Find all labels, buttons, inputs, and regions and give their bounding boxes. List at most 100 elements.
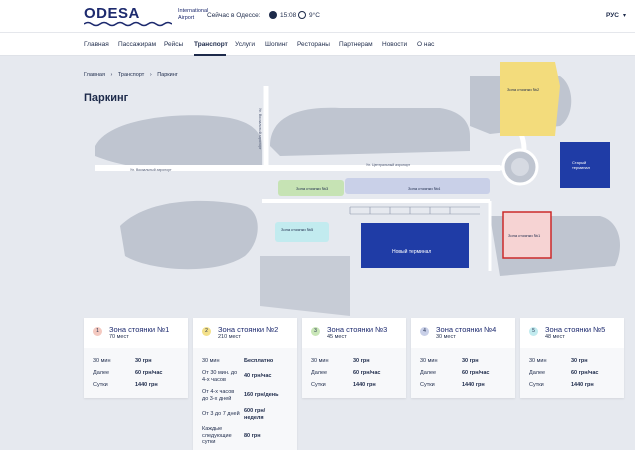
- breadcrumb: Главная › Транспорт › Паркинг: [84, 72, 182, 78]
- zone-badge: 5: [529, 327, 538, 336]
- logo-wave-icon: [84, 21, 172, 27]
- nav-about[interactable]: О нас: [417, 41, 434, 48]
- zone-card-header: 4 Зона стоянки №4 30 мест: [411, 318, 515, 344]
- map-label-new-terminal: Новый терминал: [392, 249, 432, 255]
- zone-cards: 1 Зона стоянки №1 70 мест 30 мин 30 грн …: [84, 318, 629, 450]
- map-area-bottom: [260, 256, 350, 316]
- price-period: Сутки: [93, 382, 108, 388]
- zone-card-header: 2 Зона стоянки №2 210 мест: [193, 318, 297, 344]
- price-value: 60 грн/час: [353, 370, 381, 376]
- price-value: 40 грн/час: [244, 373, 272, 379]
- nav-passengers[interactable]: Пассажирам: [118, 41, 156, 48]
- price-value: 1440 грн: [462, 382, 485, 388]
- nav-home[interactable]: Главная: [84, 41, 109, 48]
- zone-card-prices: 30 мин Бесплатно От 30 мин. до 4-х часов…: [193, 348, 297, 450]
- zone-badge: 4: [420, 327, 429, 336]
- breadcrumb-separator: ›: [149, 72, 152, 78]
- price-period: Каждые следующие сутки: [202, 426, 232, 445]
- zone-capacity: 48 мест: [545, 334, 565, 340]
- zone-card-prices: 30 мин 30 грн Далее 60 грн/час Сутки 144…: [302, 348, 406, 398]
- map-road-label-c: Ул. Центральный аэропорт: [366, 163, 411, 167]
- price-period: От 3 до 7 дней: [202, 411, 240, 417]
- price-period: От 30 мин. до 4-х часов: [202, 370, 238, 383]
- price-value: 30 грн: [571, 358, 588, 364]
- zone-name: Зона стоянки №5: [545, 325, 606, 334]
- breadcrumb-separator: ›: [110, 72, 113, 78]
- map-area-lower-left: [120, 200, 258, 270]
- zone-name: Зона стоянки №4: [436, 325, 497, 334]
- page-title: Паркинг: [84, 92, 129, 104]
- map-new-terminal: [361, 223, 469, 268]
- zone-card-header: 1 Зона стоянки №1 70 мест: [84, 318, 188, 344]
- zone-capacity: 70 мест: [109, 334, 129, 340]
- map-parking-stalls: [349, 206, 480, 215]
- price-period: 30 мин: [93, 358, 111, 364]
- price-value: 30 грн: [135, 358, 152, 364]
- zone-name: Зона стоянки №3: [327, 325, 388, 334]
- map-label-zone4: Зона стоянки №4: [408, 186, 441, 191]
- zone-card-prices: 30 мин 30 грн Далее 60 грн/час Сутки 144…: [411, 348, 515, 398]
- local-time-label: Сейчас в Одессе:: [207, 12, 261, 19]
- nav-restaurants[interactable]: Рестораны: [297, 41, 330, 48]
- zone-name: Зона стоянки №2: [218, 325, 279, 334]
- temperature: 9°C: [309, 12, 320, 19]
- zone-capacity: 45 мест: [327, 334, 347, 340]
- zone-card-3: 3 Зона стоянки №3 45 мест 30 мин 30 грн …: [302, 318, 406, 398]
- price-period: 30 мин: [529, 358, 547, 364]
- zone-name: Зона стоянки №1: [109, 325, 170, 334]
- zone-card-4: 4 Зона стоянки №4 30 мест 30 мин 30 грн …: [411, 318, 515, 398]
- price-period: 30 мин: [311, 358, 329, 364]
- nav-shopping[interactable]: Шопинг: [265, 41, 288, 48]
- price-value: 1440 грн: [135, 382, 158, 388]
- zone-card-2: 2 Зона стоянки №2 210 мест 30 мин Беспла…: [193, 318, 297, 450]
- breadcrumb-transport[interactable]: Транспорт: [118, 72, 144, 78]
- map-zone5-area: [275, 222, 329, 242]
- price-value: 60 грн/час: [135, 370, 163, 376]
- price-value: 160 грн/день: [244, 392, 279, 398]
- price-period: Сутки: [420, 382, 435, 388]
- breadcrumb-home[interactable]: Главная: [84, 72, 105, 78]
- price-period: Далее: [311, 370, 328, 376]
- map-label-zone2: Зона стоянки №2: [507, 87, 540, 92]
- local-time: 15:08: [280, 12, 297, 19]
- nav-flights[interactable]: Рейсы: [164, 41, 183, 48]
- map-label-zone1: Зона стоянки №1: [508, 233, 541, 238]
- price-value: 1440 грн: [353, 382, 376, 388]
- price-value: 30 грн: [462, 358, 479, 364]
- nav-services[interactable]: Услуги: [235, 41, 255, 48]
- price-period: Сутки: [311, 382, 326, 388]
- price-period: 30 мин: [420, 358, 438, 364]
- price-period: 30 мин: [202, 358, 220, 364]
- price-value: 30 грн: [353, 358, 370, 364]
- nav-transport[interactable]: Транспорт: [194, 41, 228, 48]
- map-zone2-area: [500, 62, 560, 136]
- breadcrumb-current: Паркинг: [157, 72, 178, 78]
- zone-card-header: 5 Зона стоянки №5 48 мест: [520, 318, 624, 344]
- price-period: Далее: [93, 370, 110, 376]
- zone-card-header: 3 Зона стоянки №3 45 мест: [302, 318, 406, 344]
- price-period: Далее: [529, 370, 546, 376]
- chevron-down-icon[interactable]: ▾: [623, 12, 626, 19]
- top-bar: ODESA International Airport Сейчас в Оде…: [0, 0, 635, 32]
- language-selector[interactable]: РУС: [606, 12, 619, 19]
- price-period: Сутки: [529, 382, 544, 388]
- map-area-left: [95, 115, 262, 168]
- main-nav: Главная Пассажирам Рейсы Транспорт Услуг…: [0, 32, 635, 56]
- price-value: 60 грн/час: [571, 370, 599, 376]
- clock-icon: [269, 11, 277, 19]
- price-period: От 4-х часов до 3-х дней: [202, 389, 235, 402]
- zone-capacity: 30 мест: [436, 334, 456, 340]
- nav-news[interactable]: Новости: [382, 41, 407, 48]
- map-label-zone3: Зона стоянки №3: [296, 186, 329, 191]
- price-value: 600 грн/ неделя: [244, 408, 266, 421]
- zone-badge: 3: [311, 327, 320, 336]
- weather-icon: [298, 11, 306, 19]
- zone-capacity: 210 мест: [218, 334, 241, 340]
- logo-word: ODESA: [84, 5, 140, 22]
- price-period: Далее: [420, 370, 437, 376]
- map-road-label-b: Ул. Вокзальный аэропорт: [258, 108, 262, 150]
- zone-badge: 1: [93, 327, 102, 336]
- nav-active-indicator: [194, 54, 226, 56]
- nav-partners[interactable]: Партнерам: [339, 41, 373, 48]
- logo[interactable]: ODESA International Airport: [84, 5, 208, 27]
